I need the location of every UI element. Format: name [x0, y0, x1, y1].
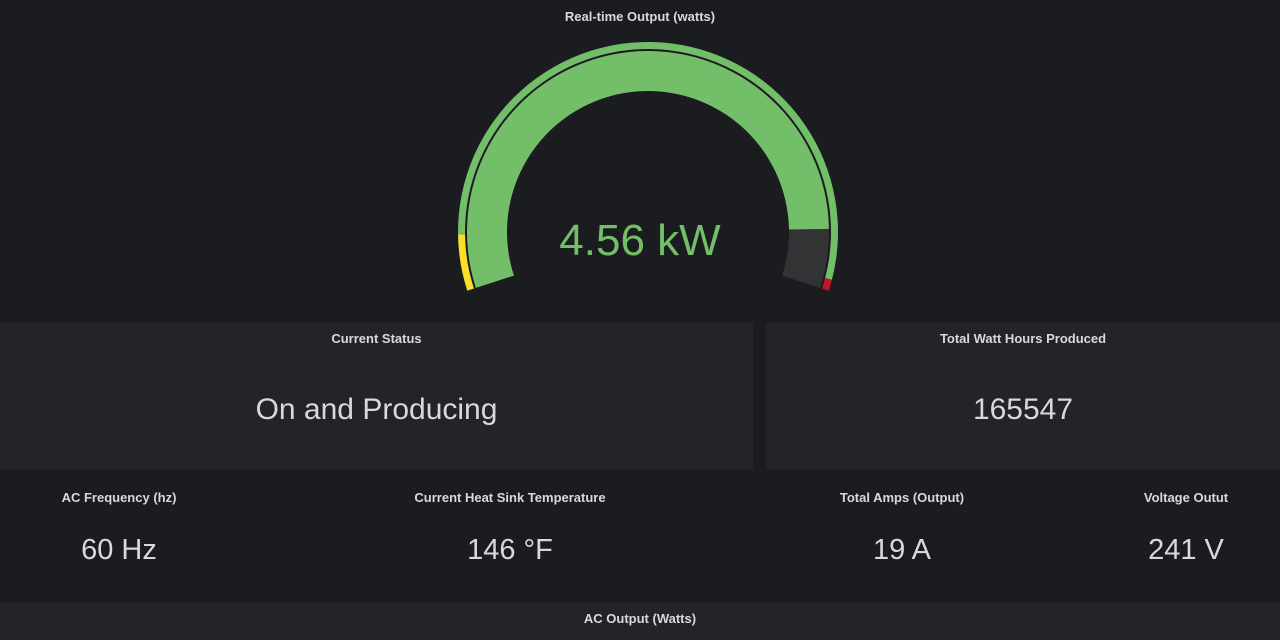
panel-title: AC Frequency (hz) [61, 490, 177, 505]
gauge-value: 4.56 kW [559, 216, 721, 265]
stat-value: 19 A [872, 534, 932, 566]
current-status-panel: Current Status On and Producing [0, 323, 753, 470]
panel-title: Total Amps (Output) [839, 490, 965, 505]
stat-value: 241 V [1148, 534, 1224, 566]
realtime-output-gauge [458, 41, 839, 291]
threshold-band [822, 277, 832, 291]
panel-title: Current Heat Sink Temperature [414, 490, 606, 505]
total-amps-panel: Total Amps (Output) 19 A [782, 476, 1022, 598]
panel-title: Voltage Outut [1143, 490, 1229, 505]
watt-hours-panel: Total Watt Hours Produced 165547 [766, 323, 1280, 470]
panel-title: Current Status [331, 331, 422, 346]
heat-sink-panel: Current Heat Sink Temperature 146 °F [350, 476, 670, 598]
ac-frequency-panel: AC Frequency (hz) 60 Hz [0, 476, 238, 598]
watt-hours-value: 165547 [972, 393, 1074, 426]
voltage-panel: Voltage Outut 241 V [1106, 476, 1266, 598]
panel-title: AC Output (Watts) [583, 611, 697, 626]
panel-title: Total Watt Hours Produced [939, 331, 1107, 346]
stat-value: 146 °F [467, 534, 553, 566]
status-value: On and Producing [255, 393, 498, 426]
stat-value: 60 Hz [81, 534, 157, 566]
ac-output-panel: AC Output (Watts) [0, 603, 1280, 640]
gauge-panel: Real-time Output (watts) 4.56 kW [0, 0, 1280, 318]
